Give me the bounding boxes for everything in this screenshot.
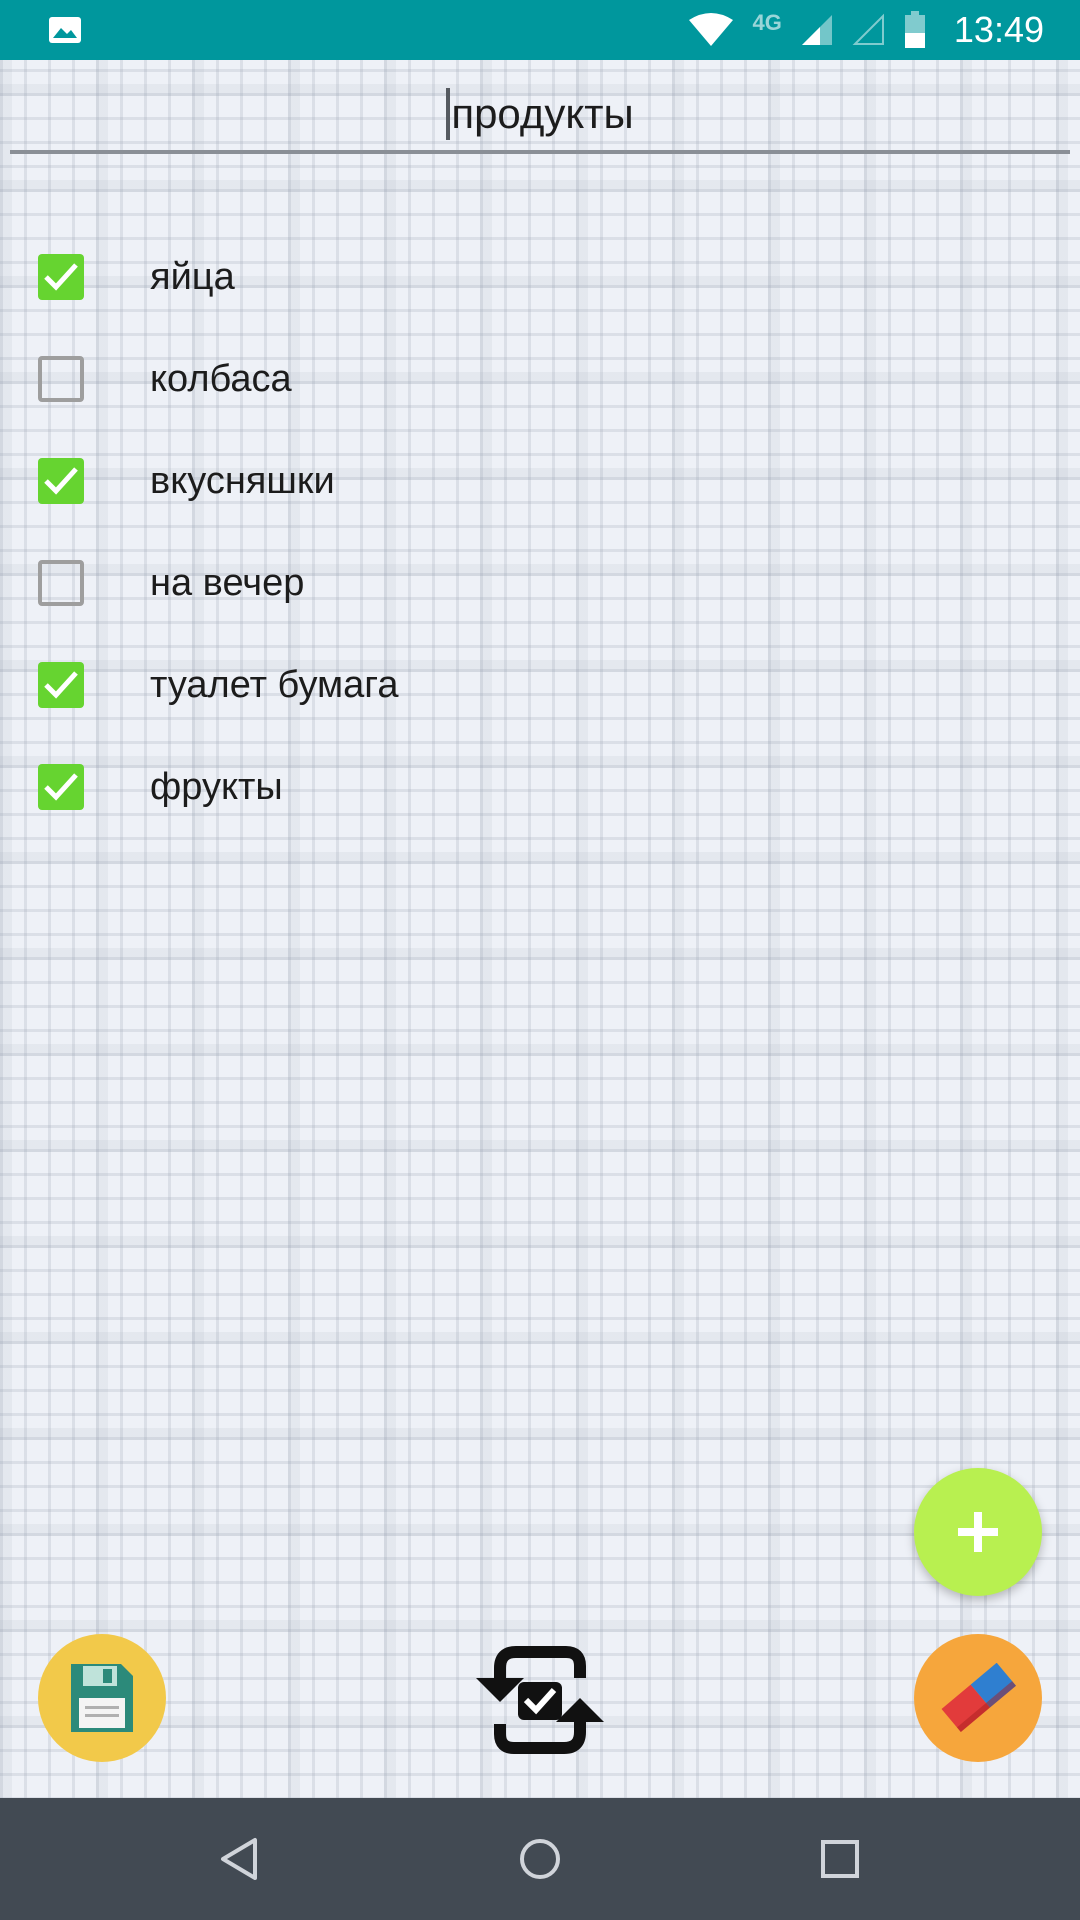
floppy-disk-icon <box>71 1664 133 1732</box>
sync-check-icon <box>476 1646 604 1754</box>
recents-icon[interactable] <box>815 1834 865 1884</box>
eraser-icon <box>941 1663 1016 1732</box>
item-label: колбаса <box>150 357 292 400</box>
item-checkbox[interactable] <box>38 254 84 300</box>
check-icon <box>44 263 78 291</box>
list-item[interactable]: колбаса <box>0 328 1080 430</box>
back-icon[interactable] <box>215 1834 265 1884</box>
navigation-bar <box>0 1798 1080 1920</box>
check-icon <box>44 671 78 699</box>
item-checkbox[interactable] <box>38 662 84 708</box>
list-item[interactable]: фрукты <box>0 736 1080 838</box>
list-item[interactable]: вкусняшки <box>0 430 1080 532</box>
item-label: туалет бумага <box>150 663 399 706</box>
list-item[interactable]: яйца <box>0 226 1080 328</box>
check-icon <box>44 467 78 495</box>
signal-empty-icon <box>852 13 886 47</box>
battery-icon <box>904 11 926 49</box>
clear-checks-button[interactable] <box>914 1634 1042 1762</box>
item-checkbox[interactable] <box>38 458 84 504</box>
status-bar: 4G 13:49 <box>0 0 1080 60</box>
item-checkbox[interactable] <box>38 356 84 402</box>
item-label: вкусняшки <box>150 459 335 502</box>
item-label: на вечер <box>150 561 305 604</box>
network-type: 4G <box>752 10 782 35</box>
home-icon[interactable] <box>515 1834 565 1884</box>
list-item[interactable]: на вечер <box>0 532 1080 634</box>
check-icon <box>44 773 78 801</box>
clock: 13:49 <box>953 9 1044 50</box>
checklist: яйца колбаса вкусняшки на вечер туалет б… <box>0 226 1080 838</box>
item-checkbox[interactable] <box>38 764 84 810</box>
signal-icon <box>800 13 834 47</box>
item-label: яйца <box>150 255 235 298</box>
item-label: фрукты <box>150 765 283 808</box>
gallery-icon <box>49 17 81 43</box>
item-checkbox[interactable] <box>38 560 84 606</box>
wifi-icon <box>687 12 735 48</box>
plus-icon <box>958 1512 998 1552</box>
list-item[interactable]: туалет бумага <box>0 634 1080 736</box>
list-title-text: продукты <box>451 90 634 137</box>
add-item-button[interactable] <box>914 1468 1042 1596</box>
text-cursor <box>446 88 451 140</box>
sync-button[interactable] <box>474 1634 606 1766</box>
save-button[interactable] <box>38 1634 166 1762</box>
list-title-input[interactable]: продукты <box>10 78 1070 154</box>
